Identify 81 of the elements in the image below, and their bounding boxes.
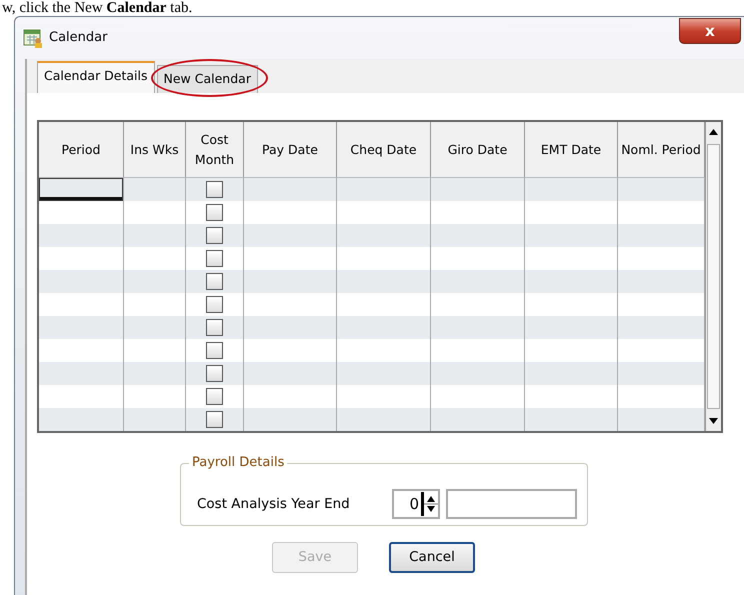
table-cell[interactable]: [124, 270, 186, 293]
table-cell[interactable]: [186, 316, 244, 339]
checkbox[interactable]: [206, 181, 223, 198]
tab[interactable]: New Calendar: [156, 65, 258, 93]
table-cell[interactable]: [244, 316, 337, 339]
table-cell[interactable]: [618, 316, 705, 339]
table-cell[interactable]: [124, 408, 186, 431]
table-cell[interactable]: [618, 224, 705, 247]
checkbox[interactable]: [206, 411, 223, 428]
table-cell[interactable]: [39, 178, 124, 201]
table-cell[interactable]: [186, 408, 244, 431]
column-header: Pay Date: [244, 122, 337, 178]
table-cell[interactable]: [525, 178, 618, 201]
table-cell[interactable]: [244, 362, 337, 385]
table-cell[interactable]: [39, 270, 124, 293]
checkbox[interactable]: [206, 388, 223, 405]
cancel-button[interactable]: Cancel: [389, 542, 475, 573]
table-cell[interactable]: [618, 270, 705, 293]
tab[interactable]: Calendar Details: [37, 61, 155, 93]
table-cell[interactable]: [337, 270, 431, 293]
checkbox[interactable]: [206, 227, 223, 244]
checkbox[interactable]: [206, 250, 223, 267]
scrollbar-thumb[interactable]: [707, 144, 720, 409]
checkbox[interactable]: [206, 319, 223, 336]
table-cell[interactable]: [244, 224, 337, 247]
table-cell[interactable]: [337, 316, 431, 339]
column-header: Noml. Period: [618, 122, 705, 178]
table-cell[interactable]: [525, 316, 618, 339]
table-cell[interactable]: [39, 408, 124, 431]
table-cell[interactable]: [431, 408, 525, 431]
column-header: EMT Date: [525, 122, 618, 178]
checkbox[interactable]: [206, 204, 223, 221]
table-cell[interactable]: [618, 362, 705, 385]
scroll-down-icon[interactable]: [709, 418, 718, 424]
table-cell[interactable]: [337, 224, 431, 247]
table-cell[interactable]: [525, 270, 618, 293]
window-title: Calendar: [49, 29, 108, 48]
table-cell[interactable]: [186, 270, 244, 293]
close-button[interactable]: x: [679, 18, 741, 44]
table-cell[interactable]: [431, 178, 525, 201]
table-cell[interactable]: [124, 362, 186, 385]
table-cell[interactable]: [124, 178, 186, 201]
table-cell[interactable]: [525, 362, 618, 385]
table-cell[interactable]: [39, 224, 124, 247]
calendar-icon: [23, 28, 43, 48]
instruction-text: w, click the New Calendar tab.: [2, 0, 192, 17]
checkbox[interactable]: [206, 342, 223, 359]
table-cell[interactable]: [39, 362, 124, 385]
table-cell[interactable]: [39, 316, 124, 339]
column-header: Ins Wks: [124, 122, 186, 178]
table-cell[interactable]: [525, 224, 618, 247]
column-header: Cheq Date: [337, 122, 431, 178]
spin-field[interactable]: 0: [392, 489, 440, 519]
field-label: Cost Analysis Year End: [197, 494, 351, 514]
table-cell[interactable]: [186, 224, 244, 247]
table-cell[interactable]: [244, 408, 337, 431]
checkbox[interactable]: [206, 296, 223, 313]
column-header: Cost Month: [186, 122, 244, 178]
table-cell[interactable]: [525, 408, 618, 431]
table-cell[interactable]: [186, 178, 244, 201]
table-cell[interactable]: [431, 224, 525, 247]
table-cell[interactable]: [337, 362, 431, 385]
table-cell[interactable]: [618, 408, 705, 431]
group-legend: Payroll Details: [189, 455, 288, 471]
table-cell[interactable]: [124, 224, 186, 247]
column-header: Period: [39, 122, 124, 178]
column-header: Giro Date: [431, 122, 525, 178]
table-cell[interactable]: [186, 362, 244, 385]
table-cell[interactable]: [431, 316, 525, 339]
table-cell[interactable]: [431, 270, 525, 293]
table-cell[interactable]: [337, 408, 431, 431]
table-cell[interactable]: [124, 316, 186, 339]
checkbox[interactable]: [206, 365, 223, 382]
input-field[interactable]: [446, 489, 577, 519]
table-cell[interactable]: [431, 362, 525, 385]
table-cell[interactable]: [244, 270, 337, 293]
table-cell[interactable]: [337, 178, 431, 201]
checkbox[interactable]: [206, 273, 223, 290]
table-cell[interactable]: [618, 178, 705, 201]
scroll-up-icon[interactable]: [709, 129, 718, 135]
table-cell[interactable]: [244, 178, 337, 201]
